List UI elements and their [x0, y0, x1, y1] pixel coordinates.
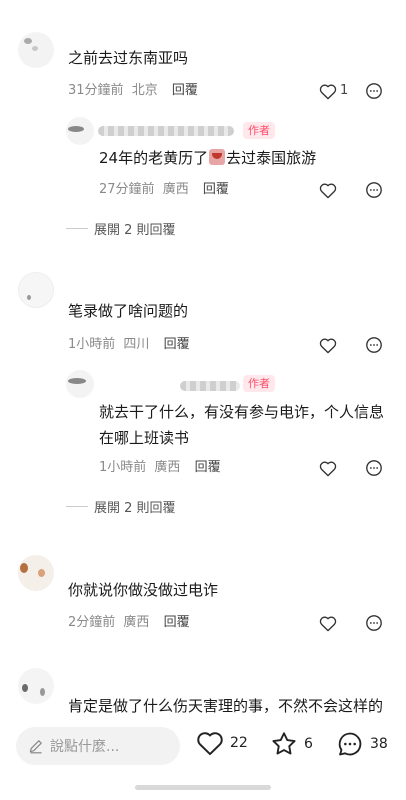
comment-location: 北京	[131, 83, 158, 98]
post-like-count: 22	[230, 735, 248, 751]
heart-icon	[319, 461, 337, 476]
ellipsis-icon	[366, 460, 382, 476]
chat-bubble-icon	[338, 732, 362, 756]
reply-text[interactable]: 就去干了什么，有没有参与电诈，个人信息在哪上班读书	[99, 399, 395, 451]
heart-icon	[197, 732, 223, 756]
ellipsis-icon	[366, 182, 382, 198]
expand-replies-label: 展開 2 則回覆	[94, 223, 176, 238]
avatar[interactable]	[18, 555, 54, 591]
expand-replies-label: 展開 2 則回覆	[94, 501, 176, 516]
reply-author-name[interactable]	[98, 126, 234, 136]
reply-text-start: 24年的老黄历了	[99, 149, 209, 167]
heart-icon	[319, 183, 337, 198]
comment-meta: 1小時前 四川 回覆	[68, 336, 190, 354]
reply-avatar[interactable]	[66, 117, 94, 145]
reply-text-end: 去过泰国旅游	[226, 149, 317, 167]
post-favorite-count: 6	[304, 736, 313, 752]
reply-time: 1小時前	[99, 460, 147, 475]
comment-input[interactable]: 說點什麼...	[16, 727, 180, 765]
comment-input-placeholder: 說點什麼...	[50, 739, 120, 755]
comment-meta: 2分鐘前 廣西 回覆	[68, 614, 190, 632]
reply-location: 廣西	[154, 460, 181, 475]
like-button[interactable]	[318, 81, 338, 101]
author-badge: 作者	[243, 375, 275, 392]
reply-author-name[interactable]	[180, 381, 240, 391]
divider	[66, 506, 88, 507]
avatar[interactable]	[18, 668, 54, 704]
comment-time: 31分鐘前	[68, 83, 124, 98]
reply-button[interactable]: 回覆	[164, 337, 190, 352]
heart-icon	[319, 616, 337, 631]
reply-avatar[interactable]	[66, 370, 94, 398]
comment-post-button[interactable]: 38	[336, 730, 388, 758]
like-post-button[interactable]: 22	[196, 730, 248, 756]
home-indicator[interactable]	[135, 785, 271, 790]
more-button[interactable]	[364, 613, 384, 633]
reply-button[interactable]: 回覆	[203, 182, 229, 197]
heart-icon	[319, 84, 337, 99]
like-button[interactable]	[318, 180, 338, 200]
ellipsis-icon	[366, 615, 382, 631]
comment-meta: 31分鐘前 北京 回覆	[68, 82, 198, 100]
avatar[interactable]	[18, 32, 54, 68]
ellipsis-icon	[366, 337, 382, 353]
divider	[66, 228, 88, 229]
avatar[interactable]	[18, 272, 54, 308]
reply-time: 27分鐘前	[99, 182, 155, 197]
comment-location: 四川	[123, 337, 150, 352]
comment-time: 2分鐘前	[68, 615, 116, 630]
author-badge: 作者	[243, 122, 275, 139]
heart-icon	[319, 338, 337, 353]
more-button[interactable]	[364, 458, 384, 478]
comment-text[interactable]: 笔录做了啥问题的	[68, 300, 188, 322]
reply-text[interactable]: 24年的老黄历了 去过泰国旅游	[99, 147, 316, 169]
comment-text[interactable]: 之前去过东南亚吗	[68, 47, 188, 69]
expand-replies-button[interactable]: 展開 2 則回覆	[66, 497, 176, 516]
more-button[interactable]	[364, 335, 384, 355]
comment-text[interactable]: 你就说你做没做过电诈	[68, 579, 218, 601]
bottom-action-bar: 說點什麼... 22 6 38	[0, 718, 406, 774]
reply-meta: 1小時前 廣西 回覆	[99, 459, 221, 477]
reply-location: 廣西	[162, 182, 189, 197]
reply-button[interactable]: 回覆	[172, 83, 198, 98]
more-button[interactable]	[364, 180, 384, 200]
expand-replies-button[interactable]: 展開 2 則回覆	[66, 219, 176, 238]
comment-text[interactable]: 肯定是做了什么伤天害理的事，不然不会这样的	[68, 695, 383, 717]
like-button[interactable]	[318, 335, 338, 355]
like-button[interactable]	[318, 613, 338, 633]
like-count: 1	[340, 83, 349, 98]
reply-meta: 27分鐘前 廣西 回覆	[99, 181, 229, 199]
comment-time: 1小時前	[68, 337, 116, 352]
like-button[interactable]	[318, 458, 338, 478]
reply-button[interactable]: 回覆	[195, 460, 221, 475]
pencil-icon	[29, 740, 42, 754]
ellipsis-icon	[366, 83, 382, 99]
comment-location: 廣西	[123, 615, 150, 630]
more-button[interactable]	[364, 81, 384, 101]
favorite-post-button[interactable]: 6	[270, 730, 313, 758]
star-icon	[272, 732, 296, 755]
crying-emoji-icon	[209, 149, 226, 165]
reply-button[interactable]: 回覆	[164, 615, 190, 630]
post-comment-count: 38	[370, 736, 388, 752]
